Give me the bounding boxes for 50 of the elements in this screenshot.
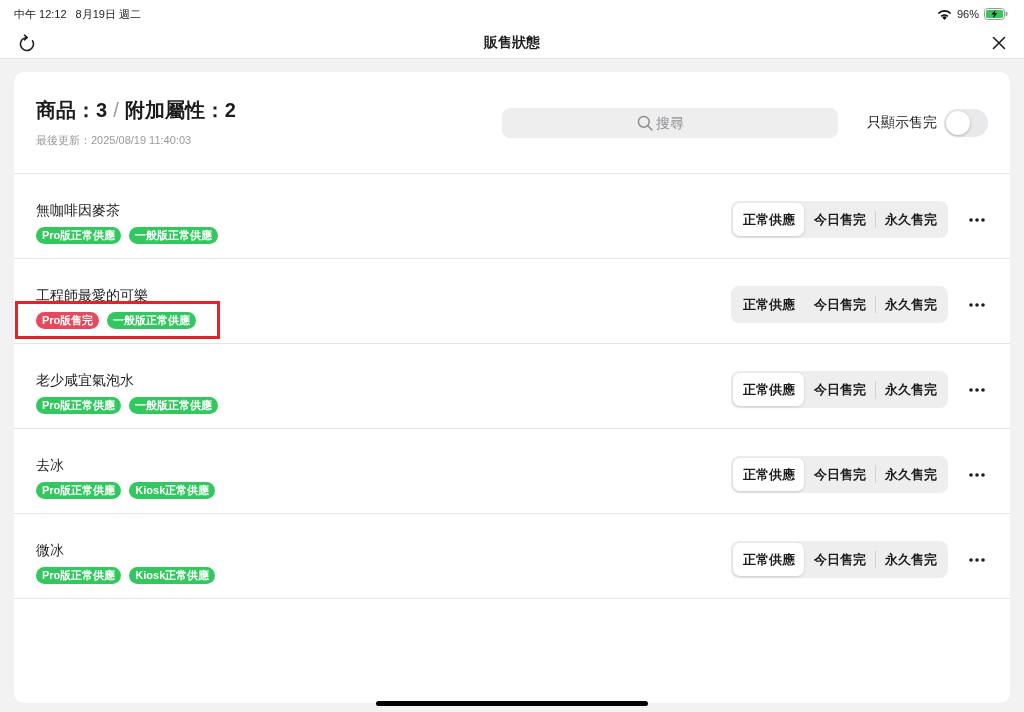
- product-count: 商品：3: [36, 98, 108, 123]
- more-icon[interactable]: [969, 302, 985, 307]
- segment-option[interactable]: 今日售完: [804, 458, 875, 491]
- status-tag: Pro版正常供應: [36, 227, 122, 244]
- item-name: 去冰: [36, 456, 64, 475]
- item-name: 微冰: [36, 541, 64, 560]
- battery-charging-icon: [984, 8, 1008, 20]
- status-tag: 一般版正常供應: [129, 227, 219, 244]
- item-name: 老少咸宜氣泡水: [36, 371, 134, 390]
- segment-option[interactable]: 正常供應: [733, 543, 804, 576]
- segment-option[interactable]: 正常供應: [733, 458, 804, 491]
- segment-option[interactable]: 正常供應: [733, 373, 804, 406]
- segment-option[interactable]: 今日售完: [804, 543, 875, 576]
- segment-option[interactable]: 永久售完: [875, 203, 946, 236]
- segment-option[interactable]: 永久售完: [875, 373, 946, 406]
- refresh-icon[interactable]: [18, 34, 36, 52]
- status-tag: Pro版正常供應: [36, 567, 122, 584]
- segment-option[interactable]: 今日售完: [804, 203, 875, 236]
- more-icon[interactable]: [969, 557, 985, 562]
- segment-option[interactable]: 永久售完: [875, 288, 946, 321]
- toggle-switch[interactable]: [944, 108, 988, 137]
- status-tag: Kiosk正常供應: [129, 567, 216, 584]
- toggle-label: 只顯示售完: [867, 113, 937, 132]
- more-icon[interactable]: [969, 217, 985, 222]
- close-icon[interactable]: [992, 36, 1006, 50]
- status-tag: Pro版售完: [36, 312, 100, 329]
- segment-option[interactable]: 正常供應: [733, 288, 804, 321]
- more-icon[interactable]: [969, 472, 985, 477]
- segment-option[interactable]: 永久售完: [875, 458, 946, 491]
- status-date: 8月19日 週二: [75, 6, 141, 22]
- more-icon[interactable]: [969, 387, 985, 392]
- segment-option[interactable]: 今日售完: [804, 373, 875, 406]
- page-title: 販售狀態: [484, 34, 540, 52]
- status-tag: Kiosk正常供應: [129, 482, 216, 499]
- search-field[interactable]: 搜尋: [502, 107, 838, 138]
- status-tag: 一般版正常供應: [107, 312, 197, 329]
- segment-option[interactable]: 正常供應: [733, 203, 804, 236]
- status-tag: Pro版正常供應: [36, 482, 122, 499]
- status-tag: 一般版正常供應: [129, 397, 219, 414]
- search-icon: [637, 114, 653, 131]
- segment-option[interactable]: 今日售完: [804, 288, 875, 321]
- last-updated-text: 最後更新：2025/08/19 11:40:03: [36, 133, 192, 148]
- item-name: 無咖啡因麥茶: [36, 201, 120, 220]
- wifi-icon: [936, 8, 952, 20]
- status-time: 中午 12:12: [14, 6, 67, 22]
- status-tag: Pro版正常供應: [36, 397, 122, 414]
- battery-percent: 96%: [956, 8, 979, 20]
- attribute-count: 附加屬性：2: [124, 98, 236, 123]
- separator-slash: /: [113, 99, 119, 122]
- segment-option[interactable]: 永久售完: [875, 543, 946, 576]
